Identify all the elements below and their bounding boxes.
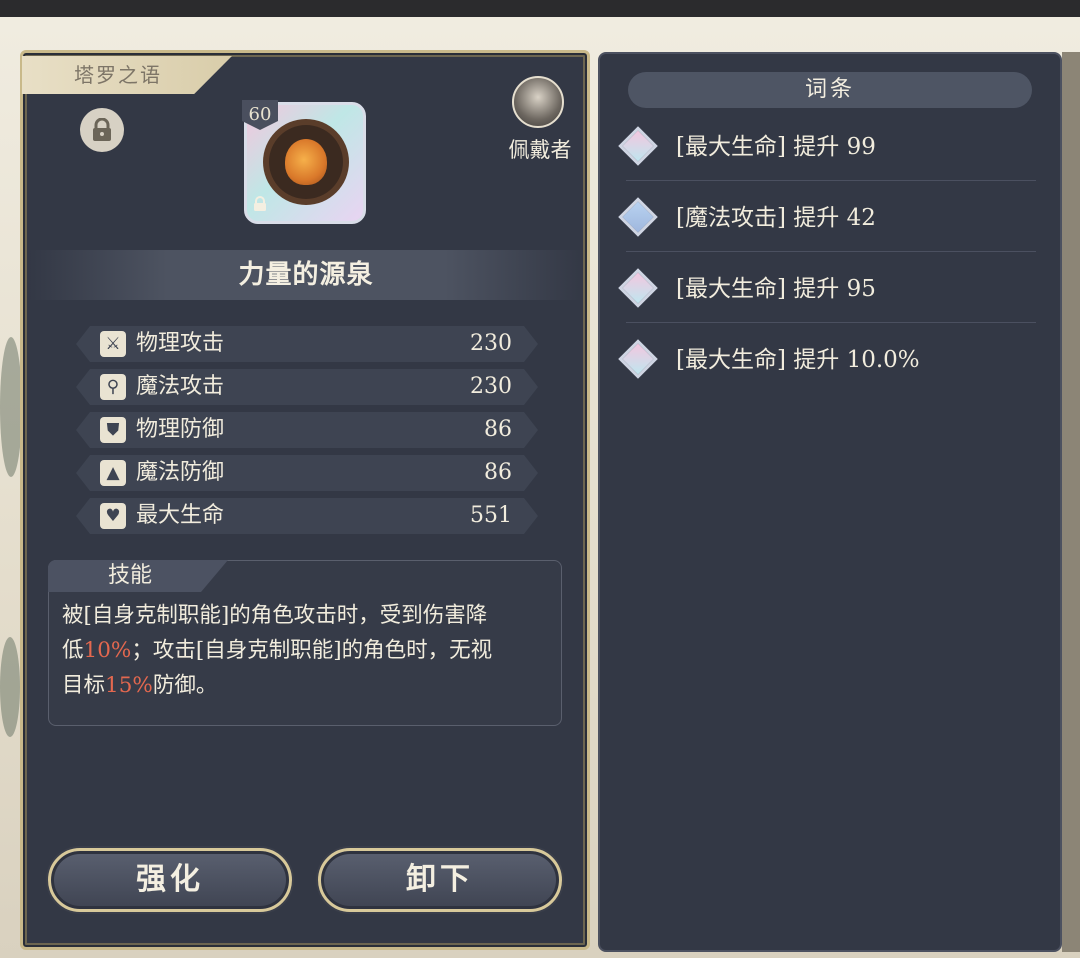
stat-label: 最大生命 bbox=[136, 503, 225, 528]
affix-row: [最大生命] 提升 99 bbox=[618, 122, 1040, 172]
gem-icon bbox=[618, 268, 658, 308]
item-lock-icon bbox=[254, 196, 266, 211]
affix-row: [最大生命] 提升 95 bbox=[618, 264, 1040, 314]
gem-icon bbox=[618, 339, 658, 379]
divider bbox=[626, 322, 1036, 323]
stat-row: ⛊ 物理防御 86 bbox=[76, 412, 538, 448]
stat-value: 230 bbox=[470, 374, 512, 399]
background-edge bbox=[1062, 52, 1080, 952]
stat-row: ▲ 魔法防御 86 bbox=[76, 455, 538, 491]
stat-label: 物理防御 bbox=[136, 417, 225, 442]
lion-icon bbox=[285, 139, 327, 185]
wearer-label: 佩戴者 bbox=[508, 138, 572, 162]
stat-row: ⚲ 魔法攻击 230 bbox=[76, 369, 538, 405]
affix-text: [最大生命] 提升 99 bbox=[676, 134, 876, 160]
affix-header: 词条 bbox=[628, 72, 1032, 108]
stat-value: 86 bbox=[484, 460, 512, 485]
affix-text: [魔法攻击] 提升 42 bbox=[676, 205, 876, 231]
heart-icon: ♥ bbox=[100, 503, 126, 529]
shield-icon: ⛊ bbox=[100, 417, 126, 443]
top-bar bbox=[0, 0, 1080, 17]
unequip-button[interactable]: 卸下 bbox=[318, 848, 562, 912]
skill-highlight-value: 10% bbox=[83, 638, 132, 663]
gem-icon bbox=[618, 126, 658, 166]
affix-row: [魔法攻击] 提升 42 bbox=[618, 193, 1040, 243]
lock-icon bbox=[93, 118, 111, 141]
skill-title: 技能 bbox=[108, 563, 153, 588]
stat-value: 551 bbox=[470, 503, 512, 528]
divider bbox=[626, 251, 1036, 252]
wizard-hat-icon: ▲ bbox=[100, 460, 126, 486]
affix-text: [最大生命] 提升 10.0% bbox=[676, 347, 920, 373]
stat-label: 物理攻击 bbox=[136, 331, 225, 356]
lock-button[interactable] bbox=[80, 108, 124, 152]
item-name: 力量的源泉 bbox=[238, 260, 374, 290]
stat-row: ♥ 最大生命 551 bbox=[76, 498, 538, 534]
stat-row: ⚔ 物理攻击 230 bbox=[76, 326, 538, 362]
staff-icon: ⚲ bbox=[100, 374, 126, 400]
enhance-button[interactable]: 强化 bbox=[48, 848, 292, 912]
stat-label: 魔法防御 bbox=[136, 460, 225, 485]
skill-highlight-value: 15% bbox=[105, 673, 153, 698]
affix-text: [最大生命] 提升 95 bbox=[676, 276, 876, 302]
affix-panel bbox=[598, 52, 1062, 952]
stat-value: 86 bbox=[484, 417, 512, 442]
skill-description: 被[自身克制职能]的角色攻击时，受到伤害降 低10%；攻击[自身克制职能]的角色… bbox=[62, 603, 493, 698]
sword-icon: ⚔ bbox=[100, 331, 126, 357]
divider bbox=[626, 180, 1036, 181]
wearer-avatar[interactable] bbox=[512, 76, 564, 128]
gem-icon bbox=[618, 197, 658, 237]
stat-label: 魔法攻击 bbox=[136, 374, 225, 399]
affix-row: [最大生命] 提升 10.0% bbox=[618, 335, 1040, 385]
stat-value: 230 bbox=[470, 331, 512, 356]
